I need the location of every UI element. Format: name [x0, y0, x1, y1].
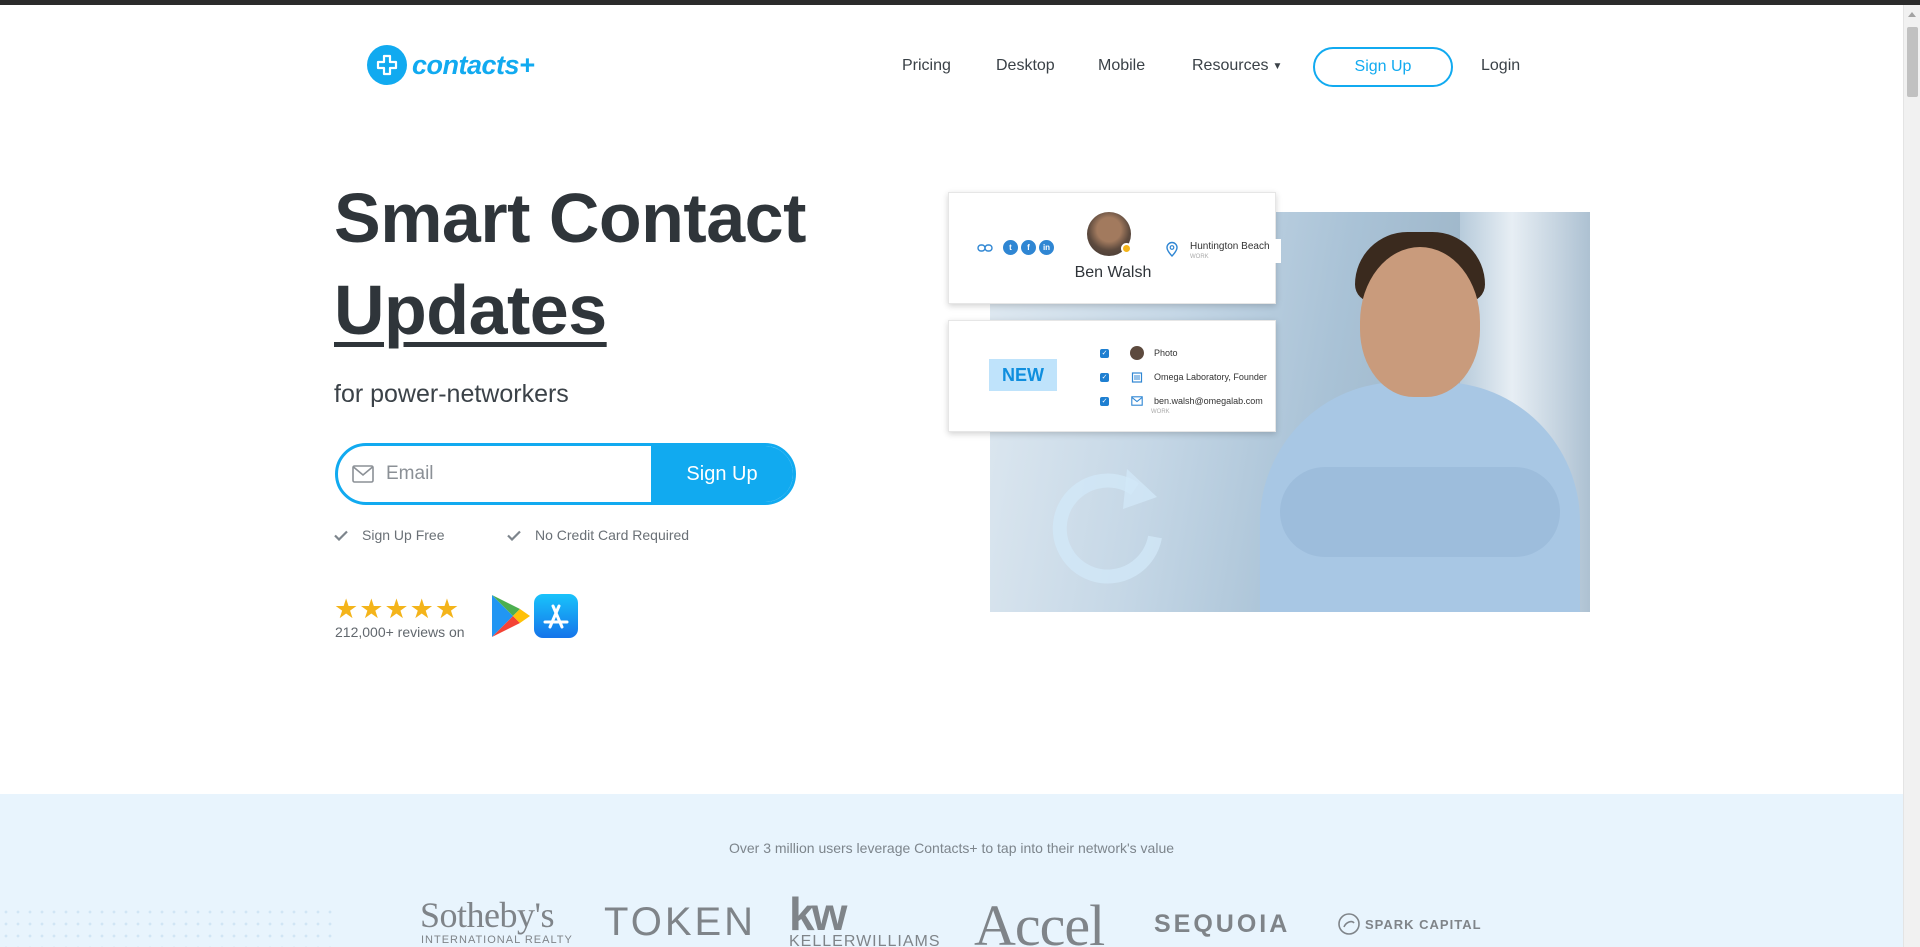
- spark-capital-logo: SPARK CAPITAL: [1337, 912, 1482, 936]
- update-row: ✓ ben.walsh@omegalab.com: [1100, 393, 1263, 409]
- linkedin-icon: in: [1039, 240, 1054, 255]
- update-row: ✓ Omega Laboratory, Founder: [1100, 369, 1267, 385]
- link-icon: [977, 243, 993, 252]
- photo-person-arms: [1280, 467, 1560, 557]
- social-links: t f in: [977, 240, 1054, 255]
- signup-form: Sign Up: [335, 443, 796, 505]
- keller-williams-logo: kw KELLERWILLIAMS: [789, 887, 940, 947]
- app-store-link[interactable]: [534, 594, 578, 638]
- social-proof-tagline: Over 3 million users leverage Contacts+ …: [728, 840, 1175, 856]
- sync-icon: [1052, 469, 1162, 584]
- chevron-down-icon: ▼: [1272, 61, 1283, 72]
- nav-pricing[interactable]: Pricing: [902, 47, 951, 85]
- perk-label: No Credit Card Required: [535, 527, 690, 543]
- social-proof-band: Over 3 million users leverage Contacts+ …: [0, 794, 1903, 947]
- nav-resources-label: Resources: [1192, 57, 1269, 74]
- hero-title: Smart Contact Updates: [334, 172, 806, 356]
- contacts-plus-logo[interactable]: contacts+: [367, 45, 535, 85]
- nav-resources[interactable]: Resources ▼: [1192, 47, 1282, 86]
- scrollbar-thumb[interactable]: [1907, 27, 1918, 97]
- checkbox-checked-icon: ✓: [1100, 372, 1109, 382]
- token-logo: TOKEN: [604, 900, 757, 944]
- mail-icon: [352, 465, 374, 483]
- star-badge-icon: [1121, 243, 1132, 254]
- dot-pattern: [0, 906, 340, 947]
- new-badge: NEW: [989, 359, 1057, 391]
- nav-login[interactable]: Login: [1481, 47, 1520, 85]
- hero-title-line1: Smart Contact: [334, 179, 806, 257]
- sothebys-logo: Sotheby's INTERNATIONAL REALTY: [420, 894, 572, 946]
- update-label: Photo: [1154, 348, 1178, 358]
- five-star-rating: ★★★★★: [334, 594, 461, 624]
- photo-thumb-icon: [1130, 346, 1144, 360]
- perk-label: Sign Up Free: [362, 527, 445, 543]
- contact-avatar: [1087, 212, 1132, 256]
- facebook-icon: f: [1021, 240, 1036, 255]
- rating-block: ★★★★★ 212,000+ reviews on: [334, 594, 465, 640]
- checkbox-checked-icon: ✓: [1100, 396, 1109, 406]
- google-play-link[interactable]: [489, 594, 533, 638]
- sequoia-logo: SEQUOIA: [1154, 910, 1291, 938]
- email-field-wrapper: [338, 446, 651, 502]
- app-store-icon: [543, 604, 569, 629]
- nav-signup-button[interactable]: Sign Up: [1313, 47, 1453, 87]
- sothebys-logo-text: Sotheby's: [420, 895, 555, 935]
- checkbox-checked-icon: ✓: [1100, 348, 1109, 358]
- logo-wordmark: contacts+: [412, 49, 535, 80]
- google-play-icon: [492, 595, 530, 637]
- sothebys-logo-subtext: INTERNATIONAL REALTY: [421, 934, 573, 946]
- photo-person-head: [1360, 247, 1480, 397]
- twitter-icon: t: [1003, 240, 1018, 255]
- perk-item: No Credit Card Required: [507, 527, 689, 543]
- email-input[interactable]: [386, 463, 636, 485]
- contact-card: t f in Ben Walsh Huntington Beach WORK: [948, 192, 1281, 304]
- spark-capital-icon: [1338, 913, 1360, 935]
- email-type: WORK: [1151, 409, 1170, 415]
- accel-logo: Accel: [974, 893, 1105, 947]
- perk-item: Sign Up Free: [334, 527, 444, 543]
- update-label: ben.walsh@omegalab.com: [1154, 396, 1263, 406]
- check-icon: [334, 530, 348, 541]
- check-icon: [507, 530, 521, 541]
- mail-icon: [1130, 394, 1144, 408]
- location-pin-icon: [1166, 241, 1178, 257]
- hero-title-line2: Updates: [334, 271, 607, 349]
- spark-capital-text: SPARK CAPITAL: [1365, 916, 1482, 932]
- contacts-plus-logo-icon: [367, 45, 407, 85]
- nav-mobile[interactable]: Mobile: [1098, 47, 1145, 85]
- location-type: WORK: [1190, 254, 1209, 260]
- hero-subtitle: for power-networkers: [334, 380, 569, 408]
- location-text: Huntington Beach: [1190, 241, 1270, 252]
- scroll-up-arrow-icon[interactable]: [1908, 12, 1916, 17]
- contact-location: Huntington Beach WORK: [1165, 241, 1270, 262]
- browser-top-bar: [0, 0, 1920, 5]
- building-icon: [1130, 370, 1144, 384]
- update-row: ✓ Photo: [1100, 345, 1178, 361]
- page-scrollbar[interactable]: [1903, 5, 1920, 947]
- contact-updates-card: NEW ✓ Photo ✓ Omega Laboratory, Founder …: [948, 320, 1276, 432]
- contact-name: Ben Walsh: [1074, 264, 1152, 281]
- hero-signup-button[interactable]: Sign Up: [651, 446, 793, 502]
- update-label: Omega Laboratory, Founder: [1154, 372, 1267, 382]
- kw-logo-subtext: KELLERWILLIAMS: [789, 933, 941, 947]
- card-edge: [1275, 239, 1281, 263]
- reviews-count: 212,000+ reviews on: [335, 624, 465, 640]
- nav-desktop[interactable]: Desktop: [996, 47, 1055, 85]
